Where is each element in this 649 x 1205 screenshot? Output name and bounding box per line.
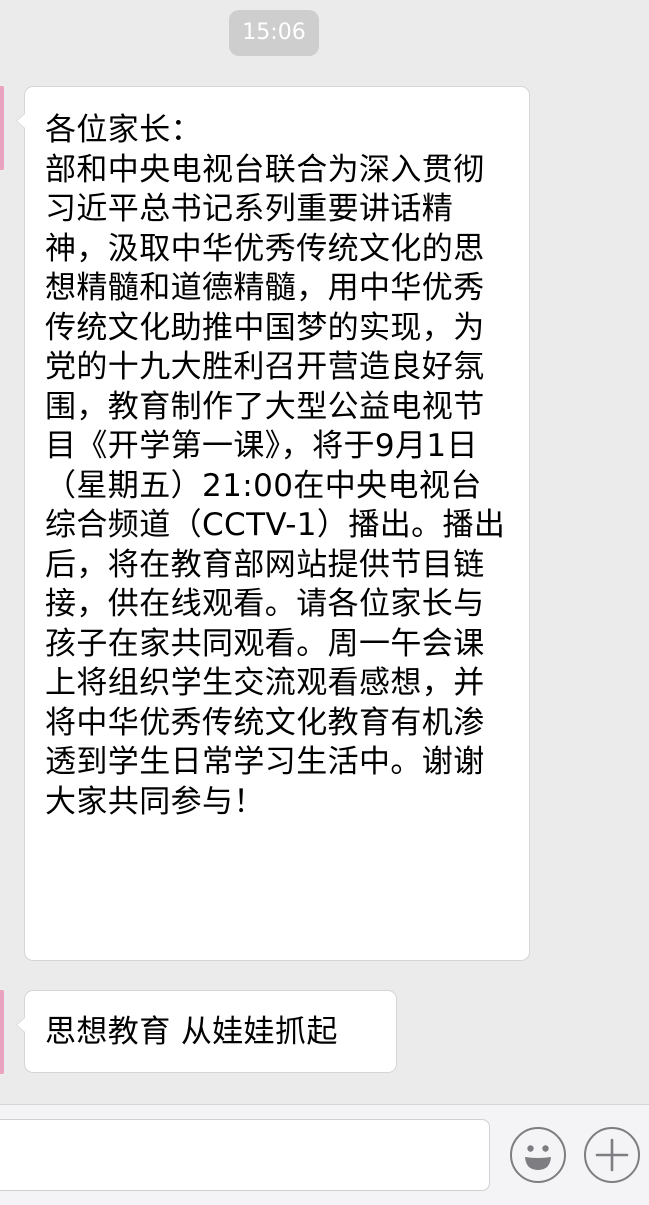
- message-input[interactable]: [0, 1119, 490, 1191]
- timestamp-badge: 15:06: [229, 10, 319, 56]
- message-bubble[interactable]: 思想教育 从娃娃抓起: [16, 990, 397, 1073]
- chat-input-bar: [0, 1104, 649, 1205]
- plus-icon: [595, 1138, 629, 1172]
- sender-avatar[interactable]: [0, 990, 4, 1074]
- smiley-face-icon: [525, 1145, 551, 1170]
- message-text: 思想教育 从娃娃抓起: [45, 1014, 338, 1050]
- emoji-button[interactable]: [510, 1127, 566, 1183]
- more-actions-button[interactable]: [584, 1127, 640, 1183]
- message-text: 各位家长： 部和中央电视台联合为深入贯彻习近平总书记系列重要讲话精神，汲取中华优…: [45, 112, 506, 820]
- message-bubble[interactable]: 各位家长： 部和中央电视台联合为深入贯彻习近平总书记系列重要讲话精神，汲取中华优…: [16, 86, 530, 961]
- sender-avatar[interactable]: [0, 86, 4, 170]
